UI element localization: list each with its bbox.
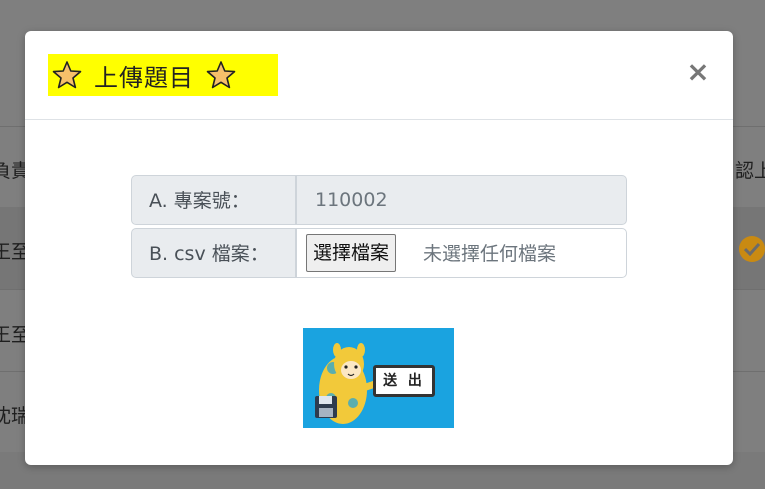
close-button[interactable]: × — [683, 57, 713, 87]
csv-file-input[interactable]: 選擇檔案 未選擇任何檔案 — [296, 228, 627, 278]
modal-title: 上傳題目 — [94, 63, 194, 92]
bg-header-text-right: 認上 — [735, 160, 765, 182]
upload-modal: 上傳題目 × A. 專案號： 110002 B. csv 檔案： 選擇檔案 未選… — [25, 31, 733, 465]
project-number-label: A. 專案號： — [131, 175, 296, 225]
modal-title-highlight: 上傳題目 — [48, 54, 278, 96]
star-icon — [206, 61, 236, 89]
submit-button[interactable]: 送 出 — [303, 328, 454, 428]
submit-label: 送 出 — [373, 365, 435, 397]
project-number-field[interactable]: 110002 — [296, 175, 627, 225]
file-status-text: 未選擇任何檔案 — [423, 243, 557, 265]
star-icon — [52, 61, 82, 89]
modal-header: 上傳題目 × — [25, 31, 733, 120]
choose-file-button[interactable]: 選擇檔案 — [306, 234, 397, 272]
csv-file-label: B. csv 檔案： — [131, 228, 296, 278]
check-circle-icon — [739, 236, 765, 262]
